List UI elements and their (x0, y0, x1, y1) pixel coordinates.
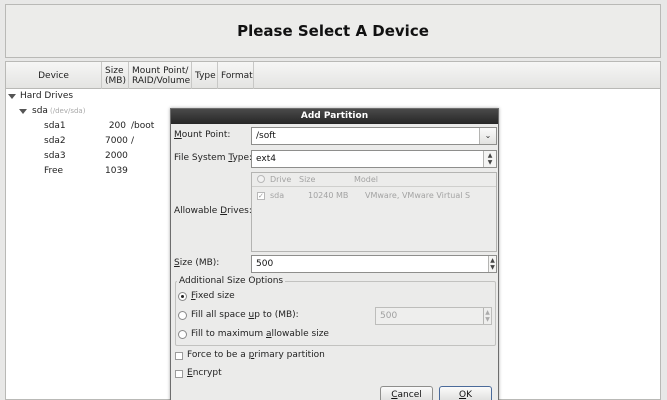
tree-group-label: Hard Drives (20, 91, 74, 101)
select-all-radio[interactable] (257, 175, 265, 183)
partition-size: 7000 (105, 136, 128, 146)
chevron-down-icon[interactable]: ⌄ (479, 128, 496, 144)
expander-down-icon[interactable] (19, 109, 27, 114)
column-mount-label-2: RAID/Volume (132, 75, 191, 86)
fill-max-label[interactable]: Fill to maximum allowable size (191, 329, 329, 339)
drives-col-size: Size (299, 175, 316, 184)
dialog-title: Add Partition (171, 109, 498, 124)
column-type-label: Type (195, 70, 216, 81)
drive-row[interactable]: ✓ sda 10240 MB VMware, VMware Virtual S (252, 189, 496, 203)
fill-max-radio[interactable] (178, 330, 187, 339)
tree-row-hard-drives[interactable]: Hard Drives (6, 89, 660, 103)
partition-mount: / (131, 136, 135, 146)
mount-point-value: /soft (256, 131, 276, 141)
partition-size: 2000 (105, 151, 128, 161)
encrypt-checkbox[interactable] (175, 370, 183, 378)
expander-down-icon[interactable] (8, 94, 16, 99)
tree-header: Device Size (MB) Mount Point/RAID/Volume … (6, 62, 660, 89)
partition-mount: /boot (131, 121, 155, 131)
column-size[interactable]: Size (MB) (102, 62, 129, 89)
column-format-label: Format (221, 70, 253, 81)
partition-size: 200 (108, 121, 126, 131)
page-header: Please Select A Device (5, 4, 661, 58)
fill-upto-spinbutton[interactable]: 500 ▲ ▼ (375, 307, 492, 325)
disk-path: (/dev/sda) (50, 107, 86, 115)
add-partition-dialog: Add Partition Mount Point: /soft ⌄ File … (170, 108, 499, 400)
disk-name: sda (32, 106, 48, 116)
drive-name: sda (270, 191, 285, 200)
column-size-label-2: (MB) (105, 75, 126, 86)
drives-col-drive: Drive (270, 175, 292, 184)
cancel-button[interactable]: Cancel (380, 386, 433, 400)
primary-partition-label[interactable]: Force to be a primary partition (187, 350, 325, 360)
partition-name: sda2 (44, 136, 66, 146)
encrypt-label[interactable]: Encrypt (187, 368, 222, 378)
column-type[interactable]: Type (192, 62, 218, 89)
fixed-size-label[interactable]: Fixed size (191, 291, 235, 301)
select-arrows-icon[interactable]: ▲ ▼ (483, 151, 496, 167)
spin-arrows-icon[interactable]: ▲ ▼ (488, 256, 496, 272)
column-format[interactable]: Format (218, 62, 254, 89)
drives-col-model: Model (354, 175, 379, 184)
drive-model: VMware, VMware Virtual S (365, 191, 471, 200)
partition-name: sda3 (44, 151, 66, 161)
fs-type-select[interactable]: ext4 ▲ ▼ (251, 150, 497, 168)
allowable-drives-label: Allowable Drives: (174, 206, 252, 216)
page-title: Please Select A Device (237, 22, 429, 40)
drive-size: 10240 MB (308, 191, 349, 200)
primary-partition-checkbox[interactable] (175, 352, 183, 360)
mount-point-label: Mount Point: (174, 130, 231, 140)
spin-arrows-icon[interactable]: ▲ ▼ (483, 308, 491, 324)
fill-upto-radio[interactable] (178, 311, 187, 320)
partition-name: sda1 (44, 121, 66, 131)
fixed-size-radio[interactable] (178, 292, 187, 301)
fill-upto-label[interactable]: Fill all space up to (MB): (191, 310, 299, 320)
size-spinbutton[interactable]: 500 ▲ ▼ (251, 255, 497, 273)
mount-point-combo[interactable]: /soft ⌄ (251, 127, 497, 145)
drives-header: Drive Size Model (252, 173, 496, 187)
ok-button[interactable]: OK (439, 386, 492, 400)
fs-type-label: File System Type: (174, 153, 253, 163)
column-device[interactable]: Device (6, 62, 102, 89)
fill-upto-value: 500 (380, 311, 398, 321)
partition-name: Free (44, 166, 64, 176)
column-mount-label-1: Mount Point/ (132, 65, 189, 76)
size-label: Size (MB): (174, 258, 220, 268)
column-mount[interactable]: Mount Point/RAID/Volume (129, 62, 192, 89)
column-device-label: Device (38, 70, 69, 81)
allowable-drives-list[interactable]: Drive Size Model ✓ sda 10240 MB VMware, … (251, 172, 497, 252)
size-options-title: Additional Size Options (177, 276, 286, 286)
size-value: 500 (256, 259, 274, 269)
drive-checkbox[interactable]: ✓ (257, 192, 265, 200)
column-size-label-1: Size (105, 65, 124, 76)
fs-type-value: ext4 (256, 154, 276, 164)
partition-size: 1039 (105, 166, 128, 176)
